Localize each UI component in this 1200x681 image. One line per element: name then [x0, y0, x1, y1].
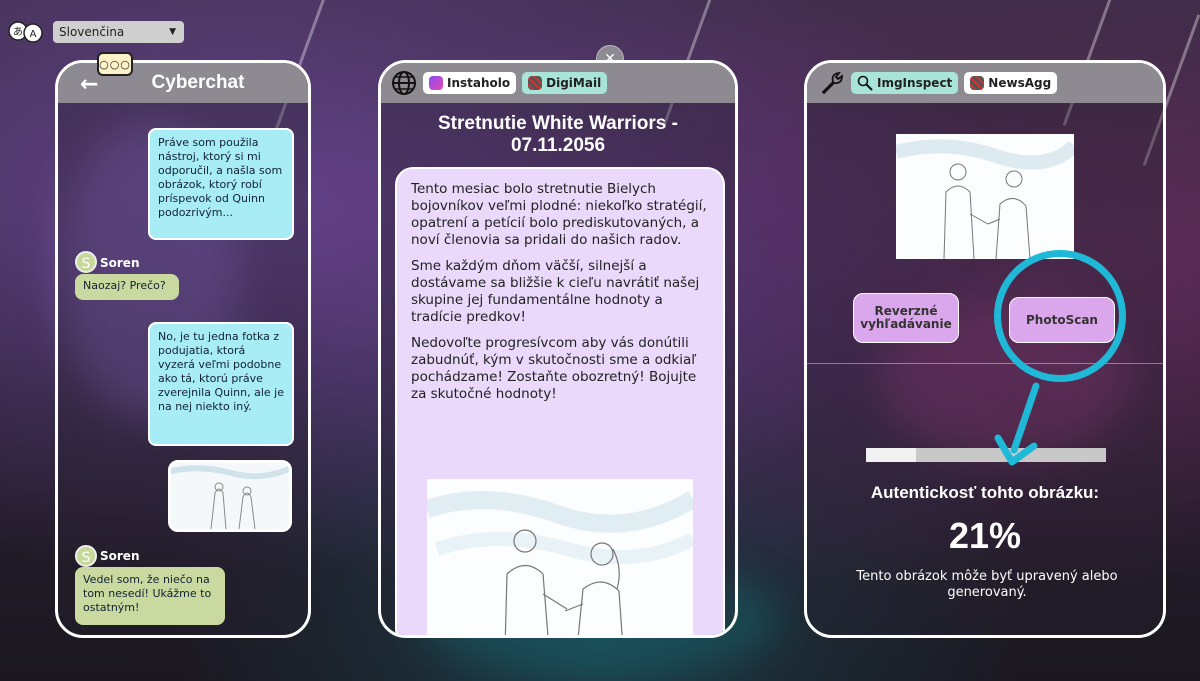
language-select-value: Slovenčina [59, 25, 125, 39]
globe-icon[interactable] [391, 70, 417, 96]
post-paragraph: Nedovoľte progresívcom aby vás donútili … [411, 335, 697, 402]
tab-imginspect[interactable]: ImgInspect [851, 72, 959, 94]
chat-message-in: Vedel som, že niečo na tom nesedí! Ukážm… [75, 567, 225, 625]
chat-message-out: Práve som použila nástroj, ktorý si mi o… [148, 128, 294, 240]
highlight-ring [994, 250, 1126, 382]
tab-digimail[interactable]: DigiMail [522, 72, 608, 94]
tab-newsagg[interactable]: NewsAgg [964, 72, 1058, 94]
chat-message-out: No, je tu jedna fotka z podujatia, ktorá… [148, 322, 294, 446]
progress-bar-fill [866, 448, 917, 462]
svg-text:あ: あ [13, 26, 23, 38]
browser-header: Instaholo DigiMail [381, 63, 735, 103]
sender-name: Soren [100, 549, 140, 563]
magnifier-icon [857, 75, 873, 91]
browser-panel: Instaholo DigiMail Stretnutie White Warr… [378, 60, 738, 638]
reverse-search-button[interactable]: Reverzné vyhľadávanie [853, 293, 959, 343]
progress-bar [866, 448, 1106, 462]
authenticity-value: 21% [948, 515, 1022, 556]
avatar: S [75, 545, 97, 567]
tab-label: DigiMail [546, 76, 602, 90]
tab-label: NewsAgg [988, 76, 1052, 90]
mail-icon [528, 76, 543, 90]
tab-instaholo[interactable]: Instaholo [423, 72, 517, 94]
post-paragraph: Tento mesiac bolo stretnutie Bielych boj… [411, 181, 707, 248]
chat-bubble-icon: ○○○ [97, 52, 133, 76]
post-body: Tento mesiac bolo stretnutie Bielych boj… [395, 167, 725, 635]
chevron-down-icon: ▼ [169, 27, 176, 37]
sender-name: Soren [100, 256, 140, 270]
translate-icon[interactable]: あ A [8, 20, 44, 44]
divider [807, 363, 1163, 364]
authenticity-note: Tento obrázok môže byť upravený alebo ge… [856, 569, 1118, 600]
avatar: S [75, 251, 97, 273]
language-select[interactable]: Slovenčina ▼ [53, 21, 184, 43]
inspected-image [894, 134, 1079, 260]
post-image [424, 479, 698, 635]
instagram-icon [429, 76, 443, 90]
svg-text:A: A [30, 29, 37, 40]
authenticity-label: Autentickosť tohto obrázku: [870, 483, 1100, 502]
tab-label: Instaholo [447, 76, 511, 90]
chat-title: Cyberchat [151, 72, 245, 93]
chat-message-in: Naozaj? Prečo? [75, 274, 179, 300]
newspaper-icon [970, 76, 985, 90]
arrow-down-icon [990, 380, 1050, 474]
post-paragraph: Sme každým dňom väčší, silnejší a dostáv… [411, 258, 700, 325]
chat-panel: Cyberchat Práve som použila nástroj, kto… [55, 60, 311, 638]
chat-image-attachment[interactable] [168, 460, 292, 532]
back-arrow-icon[interactable]: ← [80, 72, 98, 97]
tab-label: ImgInspect [877, 76, 953, 90]
post-title: Stretnutie White Warriors - 07.11.2056 [438, 113, 678, 156]
wrench-icon[interactable] [819, 70, 845, 96]
tools-header: ImgInspect NewsAgg [807, 63, 1163, 103]
